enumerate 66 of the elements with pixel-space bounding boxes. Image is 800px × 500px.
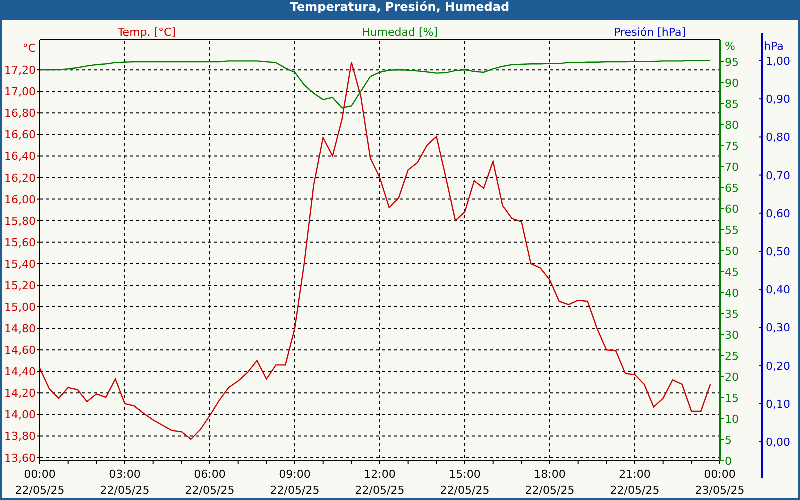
humidity-tick-label: 85: [725, 98, 739, 111]
temperature-tick-label: 15,20: [4, 279, 36, 292]
pressure-tick-label: 0,50: [766, 246, 790, 258]
temperature-tick-label: 15,00: [4, 301, 36, 314]
pressure-unit: hPa: [764, 40, 784, 53]
humidity-tick-label: 25: [725, 350, 739, 363]
pressure-tick-label: 1,00: [766, 55, 790, 68]
temperature-tick-label: 16,40: [4, 150, 36, 164]
temperature-tick-label: 14,60: [4, 344, 36, 358]
time-tick-label: 00:00 22/05/25: [15, 468, 65, 497]
humidity-tick-label: 90: [725, 77, 739, 90]
temperature-tick-label: 14,20: [4, 387, 36, 400]
humidity-tick-label: 80: [725, 119, 739, 132]
legend-label: Presión [hPa]: [614, 26, 686, 39]
humidity-tick-label: 0: [725, 455, 732, 468]
temperature-tick-label: 16,60: [4, 128, 36, 142]
humidity-tick-label: 65: [725, 182, 739, 195]
time-tick-label: 12:00 22/05/25: [355, 468, 405, 497]
window-title: Temperatura, Presión, Humedad: [289, 0, 511, 16]
legend-label: Humedad [%]: [362, 26, 438, 39]
temperature-unit: °C: [22, 42, 36, 55]
temperature-tick-label: 14,40: [4, 366, 36, 379]
temperature-tick-label: 13,60: [4, 452, 36, 465]
humidity-tick-label: 75: [725, 140, 739, 153]
temperature-tick-label: 15,60: [4, 236, 36, 250]
time-tick-label: 21:00 22/05/25: [610, 468, 660, 497]
pressure-tick-label: 0,10: [766, 398, 790, 411]
temperature-tick-label: 17,00: [4, 86, 36, 99]
pressure-tick-label: 0,00: [766, 436, 790, 449]
humidity-tick-label: 50: [725, 245, 739, 258]
humidity-tick-label: 15: [725, 392, 739, 405]
legend-label: Temp. [°C]: [118, 26, 176, 39]
humidity-tick-label: 35: [725, 308, 739, 321]
time-tick-label: 09:00 22/05/25: [270, 468, 320, 497]
temperature-tick-label: 16,20: [4, 172, 36, 185]
temperature-tick-label: 13,80: [4, 430, 36, 444]
humidity-tick-label: 20: [725, 371, 739, 384]
temperature-tick-label: 16,80: [4, 107, 36, 120]
humidity-tick-label: 60: [725, 203, 739, 216]
pressure-tick-label: 0,60: [766, 207, 790, 220]
temperature-tick-label: 15,80: [4, 214, 36, 228]
time-tick-label: 00:00 23/05/25: [695, 468, 745, 497]
time-tick-label: 18:00 22/05/25: [525, 468, 575, 497]
temperature-tick-label: 14,00: [4, 408, 36, 422]
humidity-tick-label: 10: [725, 413, 739, 426]
pressure-tick-label: 0,20: [766, 360, 790, 373]
temperature-tick-label: 14,80: [4, 322, 36, 336]
temperature-tick-label: 15,40: [4, 258, 36, 271]
time-tick-label: 15:00 22/05/25: [440, 468, 490, 497]
time-tick-label: 03:00 22/05/25: [100, 468, 150, 497]
humidity-tick-label: 5: [725, 434, 732, 447]
humidity-tick-label: 40: [725, 287, 739, 300]
temperature-tick-label: 16,00: [4, 193, 36, 206]
temperature-tick-label: 17,20: [4, 64, 36, 78]
pressure-tick-label: 0,70: [766, 169, 790, 182]
humidity-tick-label: 30: [725, 329, 739, 342]
pressure-tick-label: 0,40: [766, 284, 790, 297]
pressure-tick-label: 0,80: [766, 131, 790, 144]
humidity-tick-label: 70: [725, 161, 739, 174]
pressure-tick-label: 0,30: [766, 322, 790, 335]
humidity-tick-label: 45: [725, 266, 739, 279]
humidity-tick-label: 55: [725, 224, 739, 237]
humidity-unit: %: [725, 40, 736, 53]
time-tick-label: 06:00 22/05/25: [185, 468, 235, 497]
pressure-tick-label: 0,90: [766, 93, 790, 106]
humidity-tick-label: 95: [725, 56, 739, 69]
